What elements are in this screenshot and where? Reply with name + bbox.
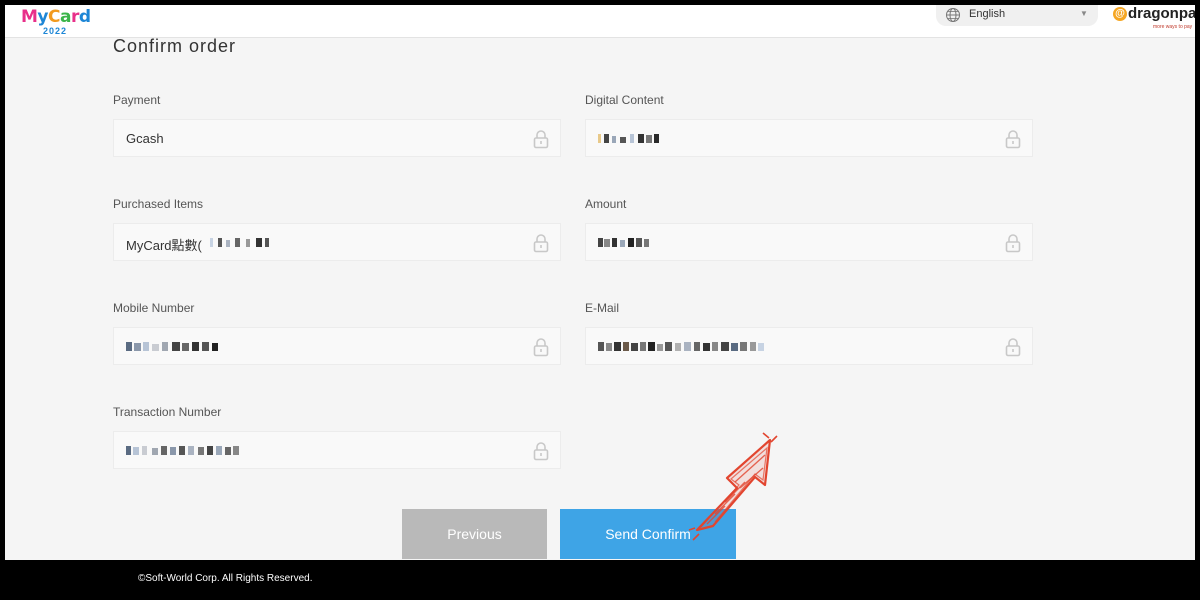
dragonpay-tagline: more ways to pay xyxy=(1153,24,1193,30)
mobile-number-field xyxy=(113,327,561,365)
lock-icon xyxy=(1005,130,1021,149)
dragonpay-at-icon: @ xyxy=(1113,7,1127,21)
send-confirm-button[interactable]: Send Confirm xyxy=(560,509,736,559)
digital-content-field xyxy=(585,119,1033,157)
dragonpay-logo: @ dragonpay more ways to pay xyxy=(1113,5,1195,35)
logo-year: 2022 xyxy=(43,26,68,36)
email-label: E-Mail xyxy=(585,301,620,315)
page-title: Confirm order xyxy=(113,36,237,56)
transaction-number-label: Transaction Number xyxy=(113,405,222,419)
redacted-email xyxy=(598,342,764,351)
lock-icon xyxy=(1005,234,1021,253)
redacted-digital-content xyxy=(598,134,659,143)
redacted-mobile-number xyxy=(126,342,218,351)
lock-icon xyxy=(533,234,549,253)
logo-wordmark: MyCard xyxy=(21,7,91,27)
redacted-transaction-number xyxy=(126,446,239,455)
purchased-items-field: MyCard點數( xyxy=(113,223,561,261)
dragonpay-wordmark: dragonpay xyxy=(1128,5,1195,22)
redacted-purchased-items xyxy=(210,238,269,247)
globe-icon xyxy=(945,7,961,26)
mobile-number-label: Mobile Number xyxy=(113,301,195,315)
transaction-number-field xyxy=(113,431,561,469)
top-bar: MyCard 2022 English ▼ @ dragonpay more w… xyxy=(5,5,1195,38)
payment-field: Gcash xyxy=(113,119,561,157)
lock-icon xyxy=(533,338,549,357)
browser-viewport: MyCard 2022 English ▼ @ dragonpay more w… xyxy=(5,5,1195,560)
language-selector[interactable]: English ▼ xyxy=(936,5,1098,26)
mycard-logo[interactable]: MyCard 2022 xyxy=(19,5,91,39)
lock-icon xyxy=(533,130,549,149)
lock-icon xyxy=(533,442,549,461)
previous-button[interactable]: Previous xyxy=(402,509,547,559)
digital-content-label: Digital Content xyxy=(585,93,664,107)
purchased-items-value: MyCard點數( xyxy=(126,238,202,253)
payment-value: Gcash xyxy=(126,131,164,146)
email-field xyxy=(585,327,1033,365)
payment-label: Payment xyxy=(113,93,161,107)
language-label: English xyxy=(969,8,1006,20)
footer-copyright: ©Soft-World Corp. All Rights Reserved. xyxy=(138,573,313,584)
amount-field xyxy=(585,223,1033,261)
lock-icon xyxy=(1005,338,1021,357)
amount-label: Amount xyxy=(585,197,627,211)
redacted-amount xyxy=(598,238,649,247)
purchased-items-label: Purchased Items xyxy=(113,197,204,211)
caret-down-icon: ▼ xyxy=(1080,9,1088,18)
